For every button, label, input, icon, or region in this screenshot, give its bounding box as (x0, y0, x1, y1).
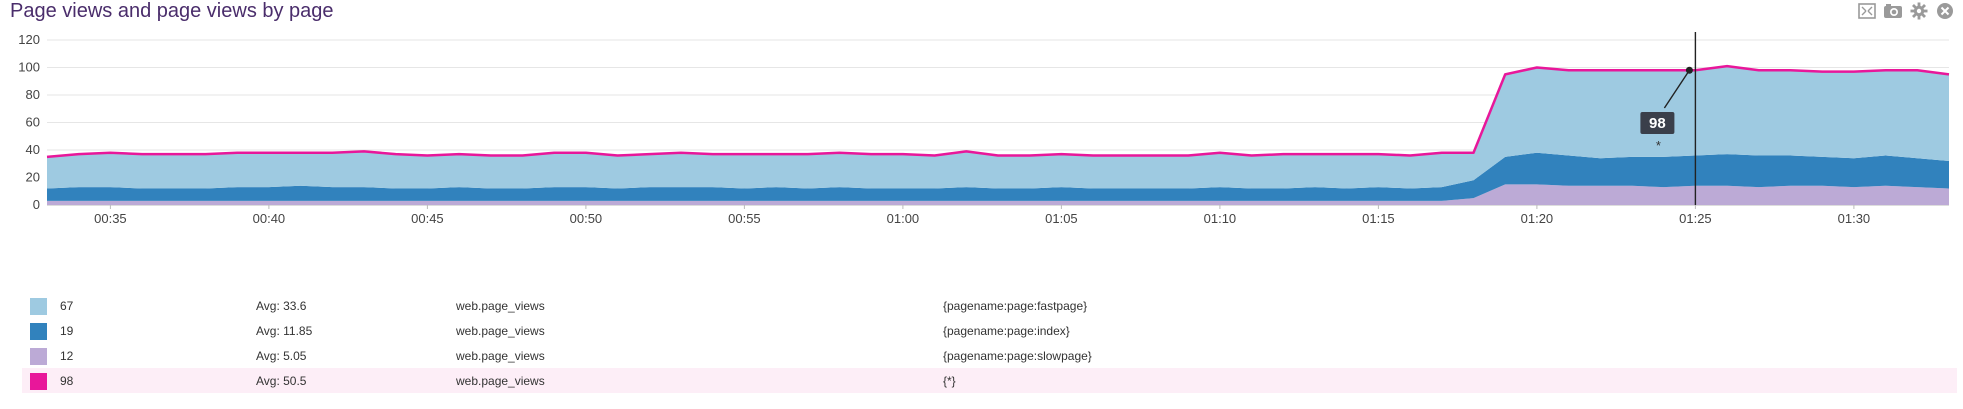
legend-metric: web.page_views (456, 324, 545, 338)
camera-icon[interactable] (1883, 1, 1903, 21)
y-tick-label: 20 (26, 170, 40, 185)
y-tick-label: 120 (18, 32, 40, 47)
legend-metric: web.page_views (456, 349, 545, 363)
legend-metric: web.page_views (456, 374, 545, 388)
y-tick-label: 60 (26, 115, 40, 130)
legend-swatch (30, 323, 47, 340)
close-icon[interactable] (1935, 1, 1955, 21)
legend-swatch (30, 373, 47, 390)
legend-row[interactable]: 67 Avg: 33.6 web.page_views {pagename:page:… (22, 293, 1957, 318)
y-tick-label: 40 (26, 142, 40, 157)
x-tick-label: 01:05 (1045, 211, 1078, 226)
y-tick-label: 80 (26, 87, 40, 102)
x-tick-label: 00:40 (253, 211, 286, 226)
legend-scope: {pagename:page:index} (943, 324, 1070, 338)
x-tick-label: 00:55 (728, 211, 761, 226)
tooltip-value: 98 (1649, 115, 1666, 132)
legend-avg: Avg: 11.85 (256, 324, 313, 338)
legend-row[interactable]: 12 Avg: 5.05 web.page_views {pagename:page:… (22, 343, 1957, 368)
x-tick-label: 01:00 (887, 211, 920, 226)
x-tick-label: 01:15 (1362, 211, 1395, 226)
legend-scope: {pagename:page:fastpage} (943, 299, 1088, 313)
legend-last-value: 67 (60, 299, 74, 313)
legend-last-value: 19 (60, 324, 74, 338)
legend-avg: Avg: 33.6 (256, 299, 307, 313)
graph-panel: Page views and page views by page 0 20 40 6… (0, 0, 1963, 409)
legend-swatch (30, 348, 47, 365)
legend-row[interactable]: 19 Avg: 11.85 web.page_views {pagename:page… (22, 318, 1957, 343)
panel-title: Page views and page views by page (10, 0, 334, 22)
legend-row[interactable]: 98 Avg: 50.5 web.page_views {*} (22, 368, 1957, 393)
y-tick-label: 0 (33, 197, 40, 212)
legend-avg: Avg: 5.05 (256, 349, 307, 363)
x-tick-label: 01:25 (1679, 211, 1712, 226)
legend-metric: web.page_views (456, 299, 545, 313)
legend-avg: Avg: 50.5 (256, 374, 307, 388)
legend-swatch (30, 298, 47, 315)
tooltip-scope: * (1656, 138, 1661, 153)
legend-scope: {*} (943, 374, 956, 388)
x-tick-label: 00:45 (411, 211, 444, 226)
panel-toolbar (1857, 1, 1955, 21)
stacked-area-chart[interactable]: 0 20 40 60 80 100 120 00:35 00:40 00:45 00:50 00:55… (0, 24, 1963, 286)
legend: 67 Avg: 33.6 web.page_views {pagename:page:… (22, 293, 1957, 393)
expand-icon[interactable] (1857, 1, 1877, 21)
x-tick-label: 01:20 (1521, 211, 1554, 226)
legend-last-value: 12 (60, 349, 74, 363)
y-tick-label: 100 (18, 60, 40, 75)
hover-point (1685, 66, 1693, 74)
x-tick-label: 01:10 (1204, 211, 1237, 226)
x-tick-label: 01:30 (1838, 211, 1871, 226)
x-tick-label: 00:35 (94, 211, 127, 226)
legend-last-value: 98 (60, 374, 74, 388)
x-tick-label: 00:50 (570, 211, 603, 226)
gear-icon[interactable] (1909, 1, 1929, 21)
legend-scope: {pagename:page:slowpage} (943, 349, 1092, 363)
